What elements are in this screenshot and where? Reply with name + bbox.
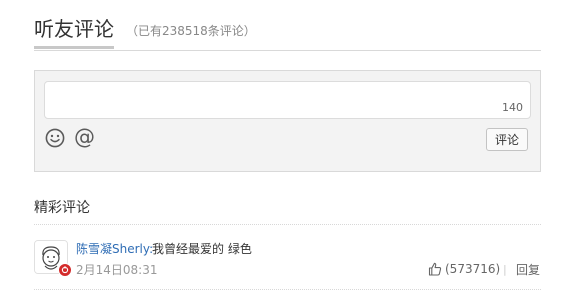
section-divider <box>34 224 541 225</box>
comment-input[interactable]: 140 <box>44 81 531 119</box>
action-separator: | <box>503 263 507 276</box>
item-divider <box>34 289 541 290</box>
comment-item: 陈雪凝Sherly: 我曾经最爱的 绿色 2月14日08:31 (573716)… <box>34 236 541 290</box>
vip-badge-icon <box>58 263 72 277</box>
like-button[interactable]: (573716) <box>428 260 500 278</box>
submit-comment-button[interactable]: 评论 <box>486 128 528 151</box>
like-count: (573716) <box>445 262 501 276</box>
page-title: 听友评论 <box>34 17 114 41</box>
mention-icon[interactable]: @ <box>74 125 96 149</box>
comment-text: 我曾经最爱的 绿色 <box>152 242 252 256</box>
comments-header: 听友评论 （已有238518条评论） <box>34 0 541 51</box>
comment-count: （已有238518条评论） <box>126 24 256 38</box>
smiley-icon[interactable] <box>45 128 65 148</box>
comment-composer: 140 @ 评论 <box>34 70 541 172</box>
comment-time: 2月14日08:31 <box>76 263 158 277</box>
char-count: 140 <box>502 101 523 114</box>
thumbs-up-icon <box>428 262 442 276</box>
reply-button[interactable]: 回复 <box>516 262 540 278</box>
title-underline <box>34 46 114 49</box>
comment-username[interactable]: 陈雪凝Sherly: <box>76 241 153 257</box>
hot-comments-title: 精彩评论 <box>34 200 90 216</box>
